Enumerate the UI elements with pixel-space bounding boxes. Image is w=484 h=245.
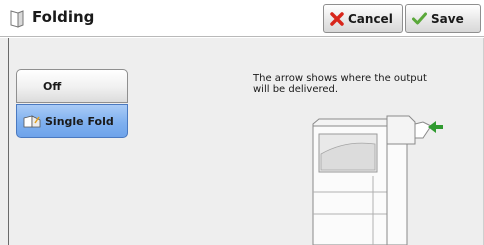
output-hint-text: The arrow shows where the output will be… — [253, 73, 427, 95]
option-off-button[interactable]: Off — [16, 69, 128, 103]
left-edge-line — [8, 38, 9, 245]
save-button[interactable]: Save — [405, 4, 481, 33]
single-fold-icon — [23, 115, 41, 128]
page-title: Folding — [32, 8, 95, 26]
option-off-label: Off — [43, 79, 62, 93]
checkmark-icon — [412, 12, 427, 25]
cancel-label: Cancel — [348, 11, 393, 26]
green-arrow-icon — [428, 121, 443, 133]
option-single-fold-button[interactable]: Single Fold — [16, 104, 128, 138]
option-single-fold-label: Single Fold — [45, 114, 114, 128]
folding-icon — [10, 10, 24, 28]
cancel-button[interactable]: Cancel — [323, 4, 403, 33]
header-bar: Folding Cancel Save — [0, 0, 484, 37]
printer-diagram — [312, 115, 443, 245]
save-label: Save — [431, 11, 464, 26]
red-x-icon — [330, 11, 344, 26]
